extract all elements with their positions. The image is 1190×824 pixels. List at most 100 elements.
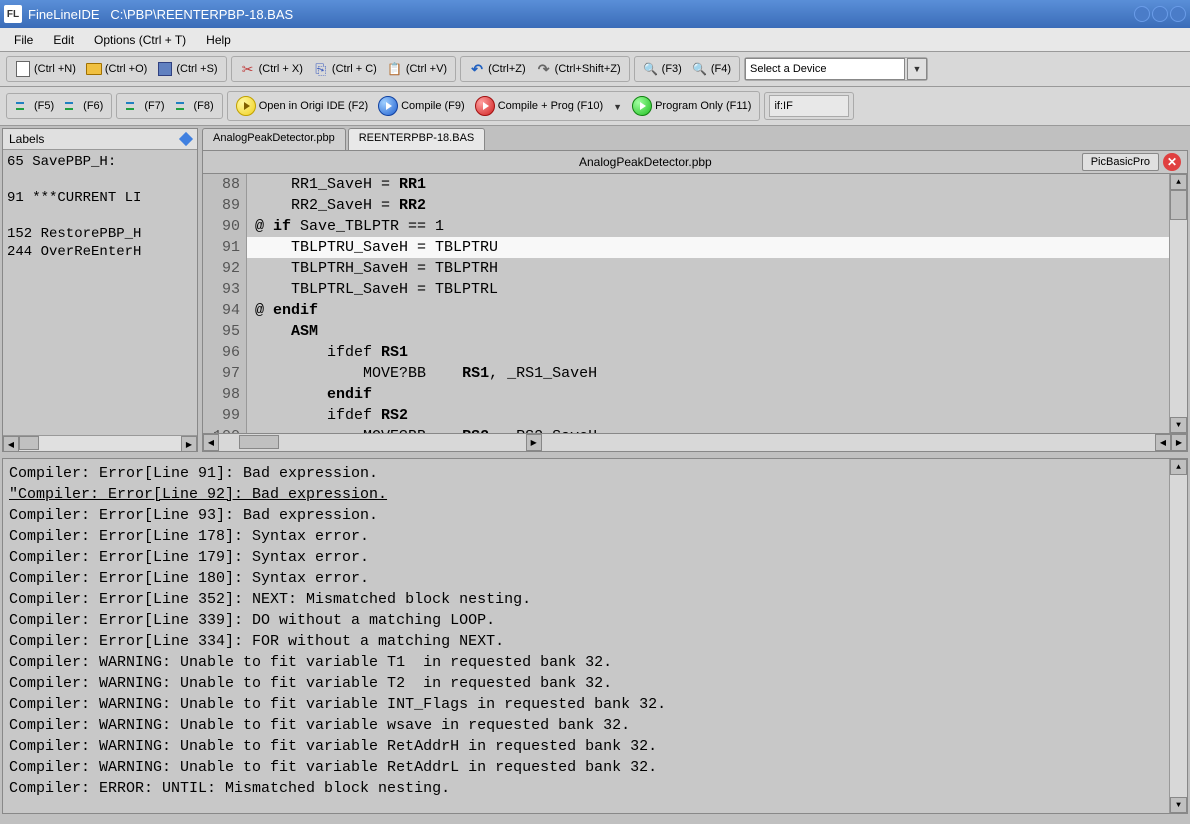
output-line[interactable]: Compiler: Error[Line 352]: NEXT: Mismatc… bbox=[9, 589, 1181, 610]
output-line[interactable]: Compiler: WARNING: Unable to fit variabl… bbox=[9, 736, 1181, 757]
code-line[interactable]: ifdef RS1 bbox=[247, 342, 1169, 363]
sidebar-item[interactable] bbox=[7, 208, 193, 224]
sidebar-header[interactable]: Labels bbox=[3, 129, 197, 150]
step-f6-button[interactable]: (F6) bbox=[60, 96, 107, 116]
app-title: FineLineIDE C:\PBP\REENTERPBP-18.BAS bbox=[28, 7, 293, 22]
code-line[interactable]: RR2_SaveH = RR2 bbox=[247, 195, 1169, 216]
document-icon bbox=[16, 61, 30, 77]
menu-options[interactable]: Options (Ctrl + T) bbox=[86, 30, 194, 50]
redo-button[interactable]: (Ctrl+Shift+Z) bbox=[532, 59, 625, 79]
scroll-up-icon[interactable]: ▲ bbox=[1170, 459, 1187, 475]
code-line[interactable]: ifdef RS2 bbox=[247, 405, 1169, 426]
scroll-right-icon[interactable]: ▶ bbox=[526, 434, 542, 451]
save-button[interactable]: (Ctrl +S) bbox=[153, 59, 221, 79]
new-button[interactable]: (Ctrl +N) bbox=[11, 59, 80, 79]
output-line[interactable]: Compiler: WARNING: Unable to fit variabl… bbox=[9, 673, 1181, 694]
open-button[interactable]: (Ctrl +O) bbox=[82, 59, 151, 79]
menu-file[interactable]: File bbox=[6, 30, 41, 50]
undo-button[interactable]: (Ctrl+Z) bbox=[465, 59, 530, 79]
menu-help[interactable]: Help bbox=[198, 30, 239, 50]
scroll-left-icon[interactable]: ◀ bbox=[203, 434, 219, 451]
scroll-left-icon[interactable]: ◀ bbox=[3, 436, 19, 452]
minimize-button[interactable] bbox=[1134, 6, 1150, 22]
code-lines[interactable]: RR1_SaveH = RR1 RR2_SaveH = RR2@ if Save… bbox=[247, 174, 1169, 433]
close-tab-button[interactable]: ✕ bbox=[1163, 153, 1181, 171]
device-dropdown-button[interactable] bbox=[907, 58, 927, 80]
code-area[interactable]: 888990919293949596979899100 RR1_SaveH = … bbox=[202, 174, 1188, 434]
dropdown-icon[interactable] bbox=[609, 99, 626, 113]
sidebar-hscroll[interactable]: ◀ ▶ bbox=[3, 435, 197, 451]
output-vscroll[interactable]: ▲ ▼ bbox=[1169, 459, 1187, 813]
output-line[interactable]: Compiler: WARNING: Unable to fit variabl… bbox=[9, 652, 1181, 673]
play-icon bbox=[632, 96, 652, 116]
editor-tab[interactable]: REENTERPBP-18.BAS bbox=[348, 128, 486, 150]
scroll-thumb[interactable] bbox=[19, 436, 39, 450]
output-line[interactable]: Compiler: WARNING: Unable to fit variabl… bbox=[9, 757, 1181, 778]
maximize-button[interactable] bbox=[1152, 6, 1168, 22]
output-line[interactable]: Compiler: WARNING: Unable to fit variabl… bbox=[9, 694, 1181, 715]
code-line[interactable]: @ endif bbox=[247, 300, 1169, 321]
output-line[interactable]: Compiler: Error[Line 91]: Bad expression… bbox=[9, 463, 1181, 484]
scroll-down-icon[interactable]: ▼ bbox=[1170, 797, 1187, 813]
code-line[interactable]: MOVE?BB RS2, RS2 SaveH bbox=[247, 426, 1169, 434]
sidebar-item[interactable]: 152 RestorePBP_H bbox=[7, 226, 193, 242]
output-line[interactable]: Compiler: Error[Line 93]: Bad expression… bbox=[9, 505, 1181, 526]
code-line[interactable]: TBLPTRL_SaveH = TBLPTRL bbox=[247, 279, 1169, 300]
output-line[interactable]: Compiler: Error[Line 339]: DO without a … bbox=[9, 610, 1181, 631]
program-only-button[interactable]: Program Only (F11) bbox=[628, 94, 755, 118]
device-select[interactable]: Select a Device bbox=[745, 58, 905, 80]
code-line[interactable]: endif bbox=[247, 384, 1169, 405]
editor-tabs: AnalogPeakDetector.pbpREENTERPBP-18.BAS bbox=[202, 128, 1188, 150]
scroll-thumb[interactable] bbox=[239, 435, 279, 449]
output-line[interactable]: Compiler: WARNING: Unable to fit variabl… bbox=[9, 715, 1181, 736]
folder-icon bbox=[86, 63, 102, 75]
output-line[interactable]: Compiler: Error[Line 178]: Syntax error. bbox=[9, 526, 1181, 547]
sidebar-item[interactable]: 65 SavePBP_H: bbox=[7, 154, 193, 170]
editor-vscroll[interactable]: ▲ ▼ bbox=[1169, 174, 1187, 433]
editor-area: AnalogPeakDetector.pbpREENTERPBP-18.BAS … bbox=[202, 128, 1188, 452]
scroll-right-icon[interactable]: ▶ bbox=[181, 436, 197, 452]
step-f7-button[interactable]: (F7) bbox=[121, 96, 168, 116]
compile-button[interactable]: Compile (F9) bbox=[374, 94, 469, 118]
scroll-down-icon[interactable]: ▼ bbox=[1170, 417, 1187, 433]
scroll-left-icon[interactable]: ◀ bbox=[1155, 434, 1171, 451]
editor-tab[interactable]: AnalogPeakDetector.pbp bbox=[202, 128, 346, 150]
sidebar-item[interactable] bbox=[7, 172, 193, 188]
labels-sidebar: Labels 65 SavePBP_H: 91 ***CURRENT LI 15… bbox=[2, 128, 198, 452]
disk-icon bbox=[158, 62, 172, 76]
copy-button[interactable]: (Ctrl + C) bbox=[309, 59, 381, 79]
code-line[interactable]: @ if Save_TBLPTR == 1 bbox=[247, 216, 1169, 237]
output-line[interactable]: "Compiler: Error[Line 92]: Bad expressio… bbox=[9, 484, 1181, 505]
find-next-button[interactable]: (F4) bbox=[688, 59, 735, 79]
menu-edit[interactable]: Edit bbox=[45, 30, 82, 50]
code-line[interactable]: ASM bbox=[247, 321, 1169, 342]
language-badge[interactable]: PicBasicPro bbox=[1082, 153, 1159, 171]
output-line[interactable]: Compiler: Error[Line 180]: Syntax error. bbox=[9, 568, 1181, 589]
editor-hscroll[interactable]: ◀ ▶ ◀ ▶ bbox=[202, 434, 1188, 452]
output-line[interactable]: Compiler: Error[Line 179]: Syntax error. bbox=[9, 547, 1181, 568]
if-box[interactable]: if:IF bbox=[769, 95, 849, 117]
undo-icon bbox=[469, 61, 485, 77]
code-line[interactable]: RR1_SaveH = RR1 bbox=[247, 174, 1169, 195]
step-f5-button[interactable]: (F5) bbox=[11, 96, 58, 116]
open-ide-button[interactable]: Open in Origi IDE (F2) bbox=[232, 94, 372, 118]
scroll-right-icon[interactable]: ▶ bbox=[1171, 434, 1187, 451]
compile-prog-button[interactable]: Compile + Prog (F10) bbox=[471, 94, 607, 118]
code-line[interactable]: MOVE?BB RS1, _RS1_SaveH bbox=[247, 363, 1169, 384]
cut-button[interactable]: (Ctrl + X) bbox=[236, 59, 307, 79]
sidebar-item[interactable]: 91 ***CURRENT LI bbox=[7, 190, 193, 206]
sidebar-content[interactable]: 65 SavePBP_H: 91 ***CURRENT LI 152 Resto… bbox=[3, 150, 197, 435]
scroll-thumb[interactable] bbox=[1170, 190, 1187, 220]
paste-button[interactable]: (Ctrl +V) bbox=[383, 59, 451, 79]
step-f8-button[interactable]: (F8) bbox=[171, 96, 218, 116]
output-line[interactable]: Compiler: Error[Line 334]: FOR without a… bbox=[9, 631, 1181, 652]
find-button[interactable]: (F3) bbox=[639, 59, 686, 79]
sidebar-item[interactable]: 244 OverReEnterH bbox=[7, 244, 193, 260]
editor-header: AnalogPeakDetector.pbp PicBasicPro ✕ bbox=[202, 150, 1188, 174]
scroll-up-icon[interactable]: ▲ bbox=[1170, 174, 1187, 190]
code-line[interactable]: TBLPTRH_SaveH = TBLPTRH bbox=[247, 258, 1169, 279]
code-line[interactable]: TBLPTRU_SaveH = TBLPTRU bbox=[247, 237, 1169, 258]
output-panel[interactable]: Compiler: Error[Line 91]: Bad expression… bbox=[2, 458, 1188, 814]
close-button[interactable] bbox=[1170, 6, 1186, 22]
output-line[interactable]: Compiler: ERROR: UNTIL: Mismatched block… bbox=[9, 778, 1181, 799]
